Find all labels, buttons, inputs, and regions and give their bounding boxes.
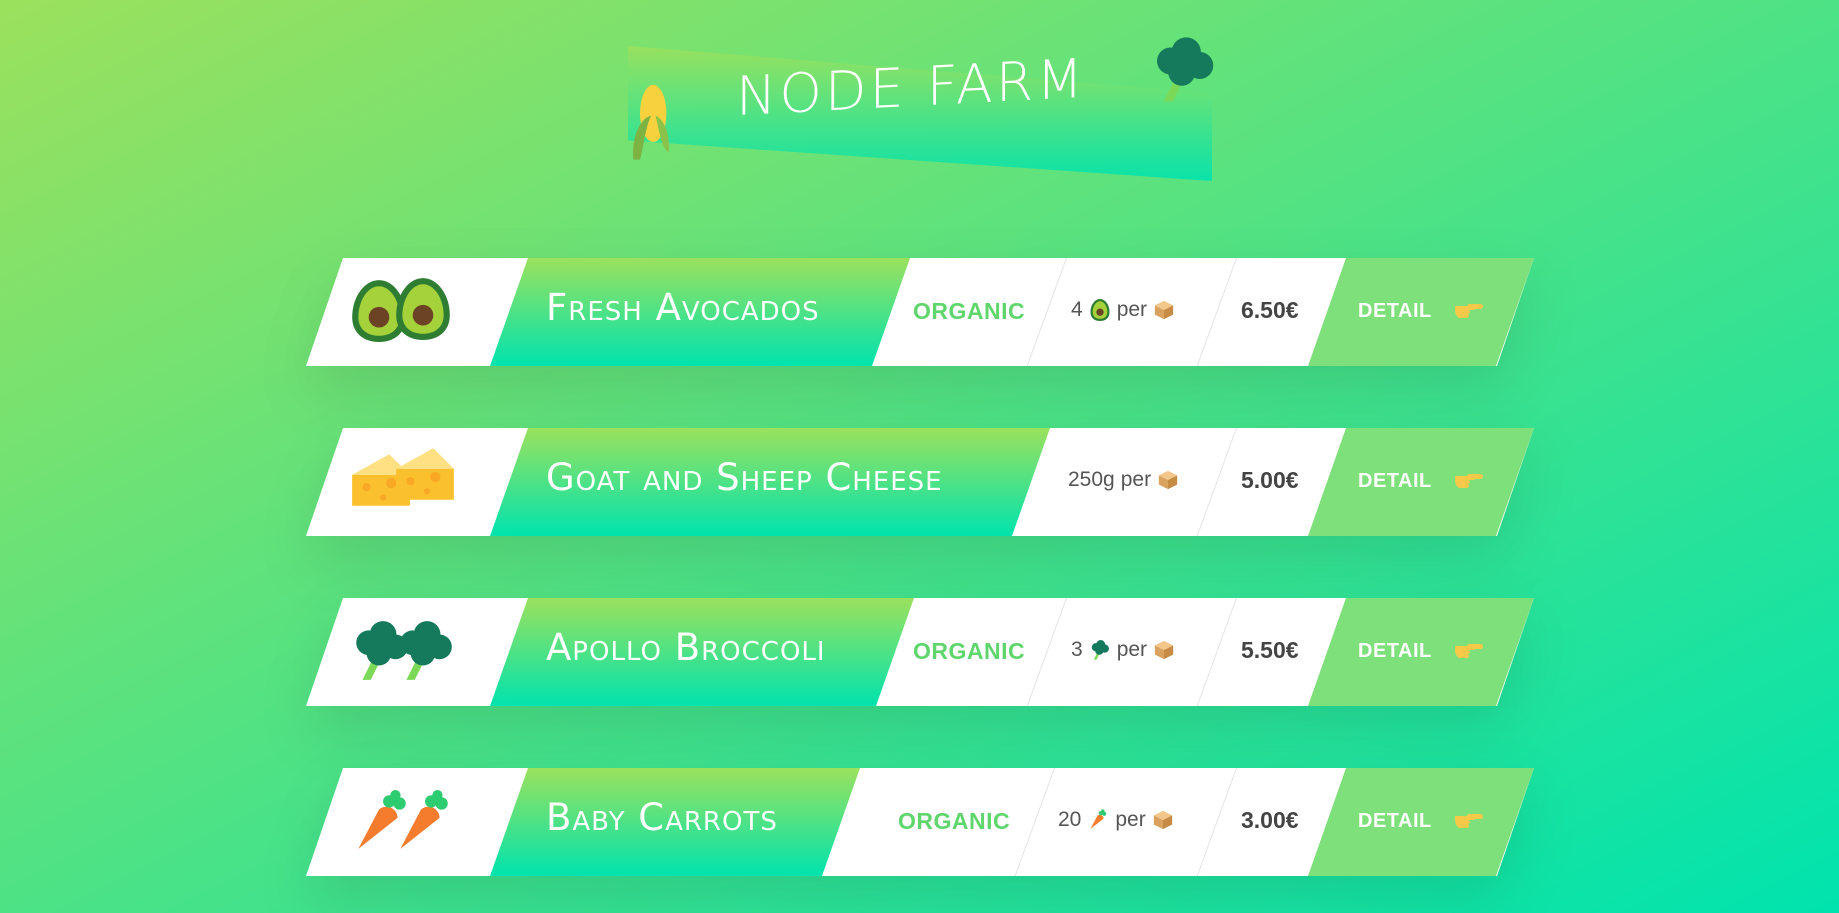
- carrot-icon: [390, 786, 456, 858]
- product-card: Goat and Sheep Cheese 250g per 5.00€ DET…: [306, 428, 1534, 536]
- detail-button[interactable]: DETAIL: [1308, 768, 1534, 876]
- product-name[interactable]: Goat and Sheep Cheese: [546, 456, 943, 499]
- product-name-cell[interactable]: Apollo Broccoli: [490, 598, 914, 706]
- per-label: per: [1120, 468, 1152, 491]
- product-name-cell[interactable]: Baby Carrots: [490, 768, 860, 876]
- quantity: 4 per: [1071, 298, 1175, 322]
- pointing-hand-icon: [1453, 296, 1485, 320]
- product-emoji-cell: [348, 270, 472, 354]
- price: 5.50€: [1241, 637, 1299, 663]
- organic-badge: ORGANIC: [913, 638, 1026, 664]
- per-label: per: [1116, 298, 1148, 321]
- detail-label[interactable]: DETAIL: [1358, 810, 1432, 833]
- detail-label[interactable]: DETAIL: [1358, 640, 1432, 663]
- price: 6.50€: [1241, 297, 1299, 323]
- box-icon: [1157, 469, 1179, 491]
- carrot-icon: [1087, 808, 1109, 832]
- quantity: 20 per: [1058, 808, 1174, 832]
- product-name[interactable]: Baby Carrots: [546, 796, 778, 839]
- product-card: Apollo Broccoli ORGANIC 3 per 5.50€ DETA…: [306, 598, 1534, 706]
- per-label: per: [1116, 638, 1148, 661]
- detail-label[interactable]: DETAIL: [1358, 300, 1432, 323]
- detail-label[interactable]: DETAIL: [1358, 470, 1432, 493]
- quantity-number: 4: [1071, 298, 1083, 321]
- product-name-cell[interactable]: Goat and Sheep Cheese: [490, 428, 1050, 536]
- product-emoji-cell: [348, 440, 472, 524]
- pointing-hand-icon: [1453, 636, 1485, 660]
- quantity: 250g per: [1068, 468, 1179, 492]
- product-emoji-cell: [348, 780, 472, 864]
- product-card: Fresh Avocados ORGANIC 4 per 6.50€ DETAI…: [306, 258, 1534, 366]
- quantity-number: 20: [1058, 808, 1082, 831]
- detail-button[interactable]: DETAIL: [1308, 428, 1534, 536]
- pointing-hand-icon: [1453, 806, 1485, 830]
- box-icon: [1152, 809, 1174, 831]
- broccoli-icon: [392, 616, 458, 686]
- broccoli-icon: [1148, 30, 1220, 110]
- per-label: per: [1115, 808, 1146, 831]
- box-icon: [1153, 299, 1175, 321]
- detail-button[interactable]: DETAIL: [1308, 258, 1534, 366]
- product-emoji-cell: [348, 610, 472, 694]
- product-name-cell[interactable]: Fresh Avocados: [490, 258, 910, 366]
- price: 3.00€: [1241, 807, 1299, 833]
- product-name[interactable]: Apollo Broccoli: [546, 626, 826, 669]
- detail-button[interactable]: DETAIL: [1308, 598, 1534, 706]
- quantity-number: 3: [1071, 638, 1083, 661]
- organic-badge: ORGANIC: [898, 808, 1011, 834]
- organic-badge: ORGANIC: [913, 298, 1026, 324]
- quantity-number: 250g: [1068, 468, 1115, 491]
- brand-header: Node Farm: [628, 46, 1212, 181]
- box-icon: [1153, 639, 1175, 661]
- avocado-icon: [1089, 298, 1111, 322]
- product-card: Baby Carrots ORGANIC 20 per 3.00€ DETAIL: [306, 768, 1534, 876]
- corn-icon: [623, 76, 679, 164]
- quantity: 3 per: [1071, 638, 1175, 662]
- avocado-icon: [392, 276, 454, 342]
- product-name[interactable]: Fresh Avocados: [546, 286, 820, 329]
- cheese-icon: [392, 442, 458, 508]
- pointing-hand-icon: [1453, 466, 1485, 490]
- broccoli-icon: [1089, 638, 1111, 662]
- price: 5.00€: [1241, 467, 1299, 493]
